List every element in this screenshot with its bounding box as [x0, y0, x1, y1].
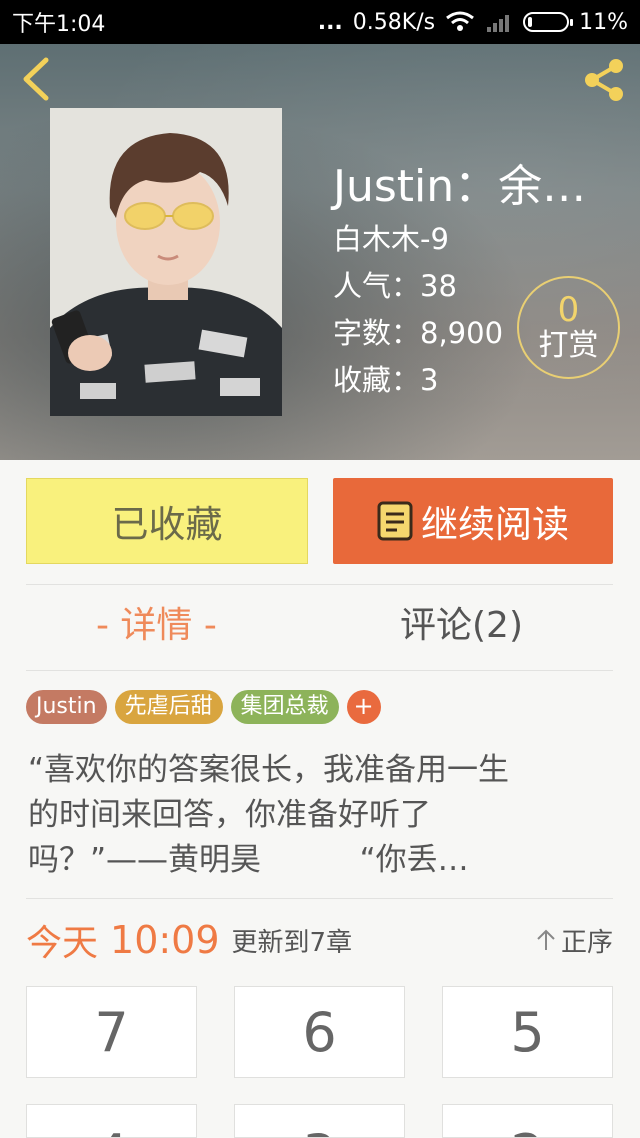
- chapter-cell[interactable]: 3: [234, 1104, 405, 1138]
- tag-item[interactable]: 集团总裁: [230, 690, 339, 724]
- summary-line: “喜欢你的答案很长，我准备用一生: [28, 752, 510, 788]
- status-bar: 下午1:04 ... 0.58K/s 11%: [0, 0, 640, 44]
- arrow-up-icon: [537, 929, 555, 950]
- continue-reading-label: 继续阅读: [421, 503, 569, 546]
- chapter-cell[interactable]: 7: [26, 986, 197, 1078]
- tag-list: Justin 先虐后甜 集团总裁 +: [26, 690, 381, 724]
- chapter-cell[interactable]: 2: [442, 1104, 613, 1138]
- tab-detail[interactable]: - 详情 -: [96, 596, 252, 656]
- update-day: 今天: [26, 923, 99, 964]
- favorite-button[interactable]: 已收藏: [26, 478, 308, 564]
- book-cover-image[interactable]: [50, 108, 282, 416]
- chapter-cell[interactable]: 4: [26, 1104, 197, 1138]
- book-title: Justin：余…: [333, 161, 587, 212]
- reward-label: 打赏: [538, 327, 599, 363]
- book-summary[interactable]: “喜欢你的答案很长，我准备用一生 的时间来回答，你准备好听了 吗？”——黄明昊 …: [28, 748, 608, 883]
- reward-count: 0: [557, 289, 580, 330]
- status-indicators: ... 0.58K/s 11%: [318, 10, 628, 35]
- reward-button[interactable]: 0 打赏: [517, 276, 620, 379]
- signal-icon: [487, 15, 510, 32]
- chapter-cell[interactable]: 5: [442, 986, 613, 1078]
- book-author[interactable]: 白木木-9: [333, 216, 586, 263]
- continue-reading-button[interactable]: 继续阅读: [333, 478, 613, 564]
- summary-line: 的时间来回答，你准备好听了: [28, 797, 431, 833]
- divider: [26, 584, 613, 585]
- status-time: 下午1:04: [12, 12, 106, 37]
- tag-item[interactable]: Justin: [26, 690, 107, 724]
- tab-comments[interactable]: 评论(2): [400, 596, 540, 656]
- divider: [26, 898, 613, 899]
- sort-label: 正序: [560, 927, 613, 958]
- net-speed: 0.58K/s: [352, 9, 436, 35]
- summary-line: 吗？”——黄明昊 “你丢…: [28, 842, 469, 878]
- share-icon[interactable]: [580, 56, 628, 104]
- tag-item[interactable]: 先虐后甜: [114, 690, 223, 724]
- battery-icon: [523, 12, 574, 32]
- back-icon[interactable]: [16, 54, 56, 104]
- add-tag-button[interactable]: +: [346, 690, 381, 724]
- update-chapter: 更新到7章: [231, 927, 353, 958]
- update-time: 10:09: [110, 918, 220, 962]
- book-icon: [377, 501, 413, 541]
- battery-level: [528, 17, 533, 27]
- more-dots-icon: ...: [317, 9, 343, 35]
- battery-percent: 11%: [579, 9, 628, 35]
- divider: [26, 670, 613, 671]
- update-row: 今天 10:09 更新到7章 正序: [26, 912, 613, 968]
- wifi-icon: [446, 11, 475, 31]
- chapter-cell[interactable]: 6: [234, 986, 405, 1078]
- favorite-label: 已收藏: [111, 503, 223, 546]
- sort-button[interactable]: 正序: [535, 922, 613, 959]
